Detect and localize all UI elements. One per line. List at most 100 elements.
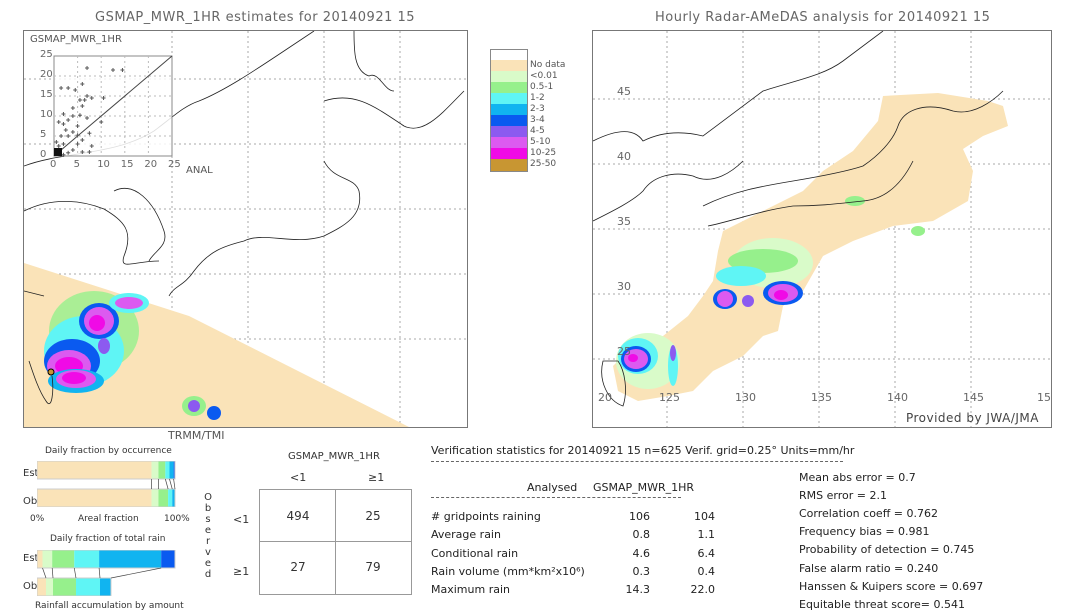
stat-label: Average rain — [431, 528, 501, 542]
credit-label: Provided by JWA/JMA — [905, 411, 1039, 425]
fraction-segment — [100, 578, 111, 596]
lat-tick: 35 — [617, 215, 631, 228]
fraction-segment — [37, 489, 152, 507]
total-rain-title: Daily fraction of total rain — [50, 534, 166, 544]
fraction-segment — [52, 550, 75, 568]
contingency-row-ge1: ≥1 — [233, 565, 250, 578]
segment-connector — [98, 567, 101, 579]
occurrence-axis-mid: Areal fraction — [78, 514, 139, 524]
stat-analysed: 106 — [629, 510, 650, 523]
scatter-ytick: 20 — [40, 69, 53, 80]
score-line: RMS error = 2.1 — [799, 489, 887, 503]
segment-connector — [165, 478, 169, 490]
stat-analysed: 0.8 — [632, 528, 651, 542]
lon-tick: 135 — [811, 391, 832, 404]
scatter-ytick: 25 — [40, 49, 53, 60]
fraction-segment — [74, 550, 100, 568]
stat-label: # gridpoints raining — [431, 510, 541, 523]
legend-label: 0.5-1 — [530, 82, 554, 92]
fraction-segment — [151, 461, 159, 479]
right-map-title: Hourly Radar-AMeDAS analysis for 2014092… — [655, 10, 991, 25]
fraction-segment — [37, 461, 152, 479]
occurrence-axis-right: 100% — [164, 514, 190, 524]
side-letter: d — [204, 569, 212, 580]
occurrence-axis-left: 0% — [30, 514, 45, 524]
cell-obs-lt1-est-ge1: 25 — [365, 509, 381, 523]
stat-label: Rain volume (mm*km²x10⁶) — [431, 564, 585, 578]
legend-label: 3-4 — [530, 115, 545, 125]
fraction-segment — [165, 461, 170, 479]
score-line: Frequency bias = 0.981 — [799, 525, 930, 539]
stat-est: 104 — [694, 510, 715, 523]
fraction-segment — [53, 578, 76, 596]
contingency-col-ge1: ≥1 — [368, 471, 385, 484]
fraction-segment — [168, 489, 173, 507]
lon-tick: 15 — [1037, 391, 1051, 404]
scatter-ytick: 10 — [40, 109, 53, 120]
fraction-segment — [158, 489, 169, 507]
legend-label: 2-3 — [530, 104, 545, 114]
legend-label: <0.01 — [530, 71, 558, 81]
side-letter: b — [204, 503, 212, 514]
stat-analysed: 14.3 — [625, 583, 651, 597]
scatter-xtick: 15 — [120, 159, 134, 170]
verification-header: Verification statistics for 20140921 15 … — [431, 444, 855, 457]
observed-side-label: Observed — [203, 492, 213, 580]
sensor-label: TRMM/TMI — [168, 429, 225, 442]
fraction-segment — [37, 550, 43, 568]
contingency-table: 494 25 27 79 — [259, 489, 412, 595]
scatter-inset — [53, 55, 173, 157]
lon-tick: 125 — [659, 391, 680, 404]
contingency-row-lt1: <1 — [233, 513, 250, 526]
score-line: False alarm ratio = 0.240 — [799, 561, 939, 575]
left-map-title: GSMAP_MWR_1HR estimates for 20140921 15 — [95, 10, 416, 25]
score-line: Hanssen & Kuipers score = 0.697 — [799, 579, 984, 593]
legend-label: No data — [530, 60, 566, 70]
stat-est: 0.4 — [697, 564, 716, 578]
total-rain-bars — [37, 550, 176, 596]
occurrence-title: Daily fraction by occurrence — [45, 446, 172, 456]
stat-est: 6.4 — [697, 546, 716, 560]
score-line: Equitable threat score= 0.541 — [799, 597, 965, 611]
segment-connector — [169, 478, 173, 490]
scatter-ytick: 15 — [40, 89, 53, 100]
fraction-segment — [158, 461, 166, 479]
scatter-xlabel: ANAL — [186, 165, 213, 176]
side-letter: r — [205, 536, 211, 547]
segment-connector — [110, 567, 162, 579]
scatter-dense-cluster — [54, 148, 62, 156]
fraction-segment — [99, 550, 162, 568]
fraction-segment — [46, 578, 53, 596]
fraction-segment — [151, 489, 159, 507]
side-letter: O — [204, 492, 212, 503]
left-map-canvas — [24, 31, 467, 427]
stat-analysed: 0.3 — [632, 564, 651, 578]
segment-connector — [51, 567, 54, 579]
stat-est: 22.0 — [690, 583, 716, 597]
cell-obs-ge1-est-ge1: 79 — [365, 560, 381, 574]
legend-label: 4-5 — [530, 126, 545, 136]
score-line: Mean abs error = 0.7 — [799, 471, 916, 484]
side-letter: s — [205, 514, 211, 525]
lat-tick: 25 — [617, 345, 631, 358]
legend-swatch — [490, 159, 528, 172]
scatter-xtick: 5 — [73, 159, 80, 170]
score-line: Probability of detection = 0.745 — [799, 543, 975, 557]
col-est: GSMAP_MWR_1HR — [593, 481, 695, 494]
stat-analysed: 4.6 — [632, 546, 651, 560]
lon-tick: 130 — [735, 391, 756, 404]
total-rain-caption: Rainfall accumulation by amount — [35, 601, 184, 611]
occurrence-bars — [37, 461, 176, 507]
fraction-segment — [76, 578, 100, 596]
columns-divider — [431, 497, 681, 498]
fraction-segment — [169, 461, 174, 479]
lat-tick: 40 — [617, 150, 631, 163]
stat-est: 1.1 — [697, 528, 716, 542]
side-letter: e — [204, 525, 212, 536]
stat-label: Conditional rain — [431, 546, 519, 560]
legend-label: 25-50 — [530, 159, 557, 169]
legend-label: 1-2 — [530, 93, 545, 103]
side-letter: e — [204, 558, 212, 569]
left-map: GSMAP_MWR_1HR ANAL 0 5 10 15 20 25 0 5 10 15 20 25 — [23, 30, 468, 428]
contingency-header: GSMAP_MWR_1HR — [288, 451, 380, 462]
